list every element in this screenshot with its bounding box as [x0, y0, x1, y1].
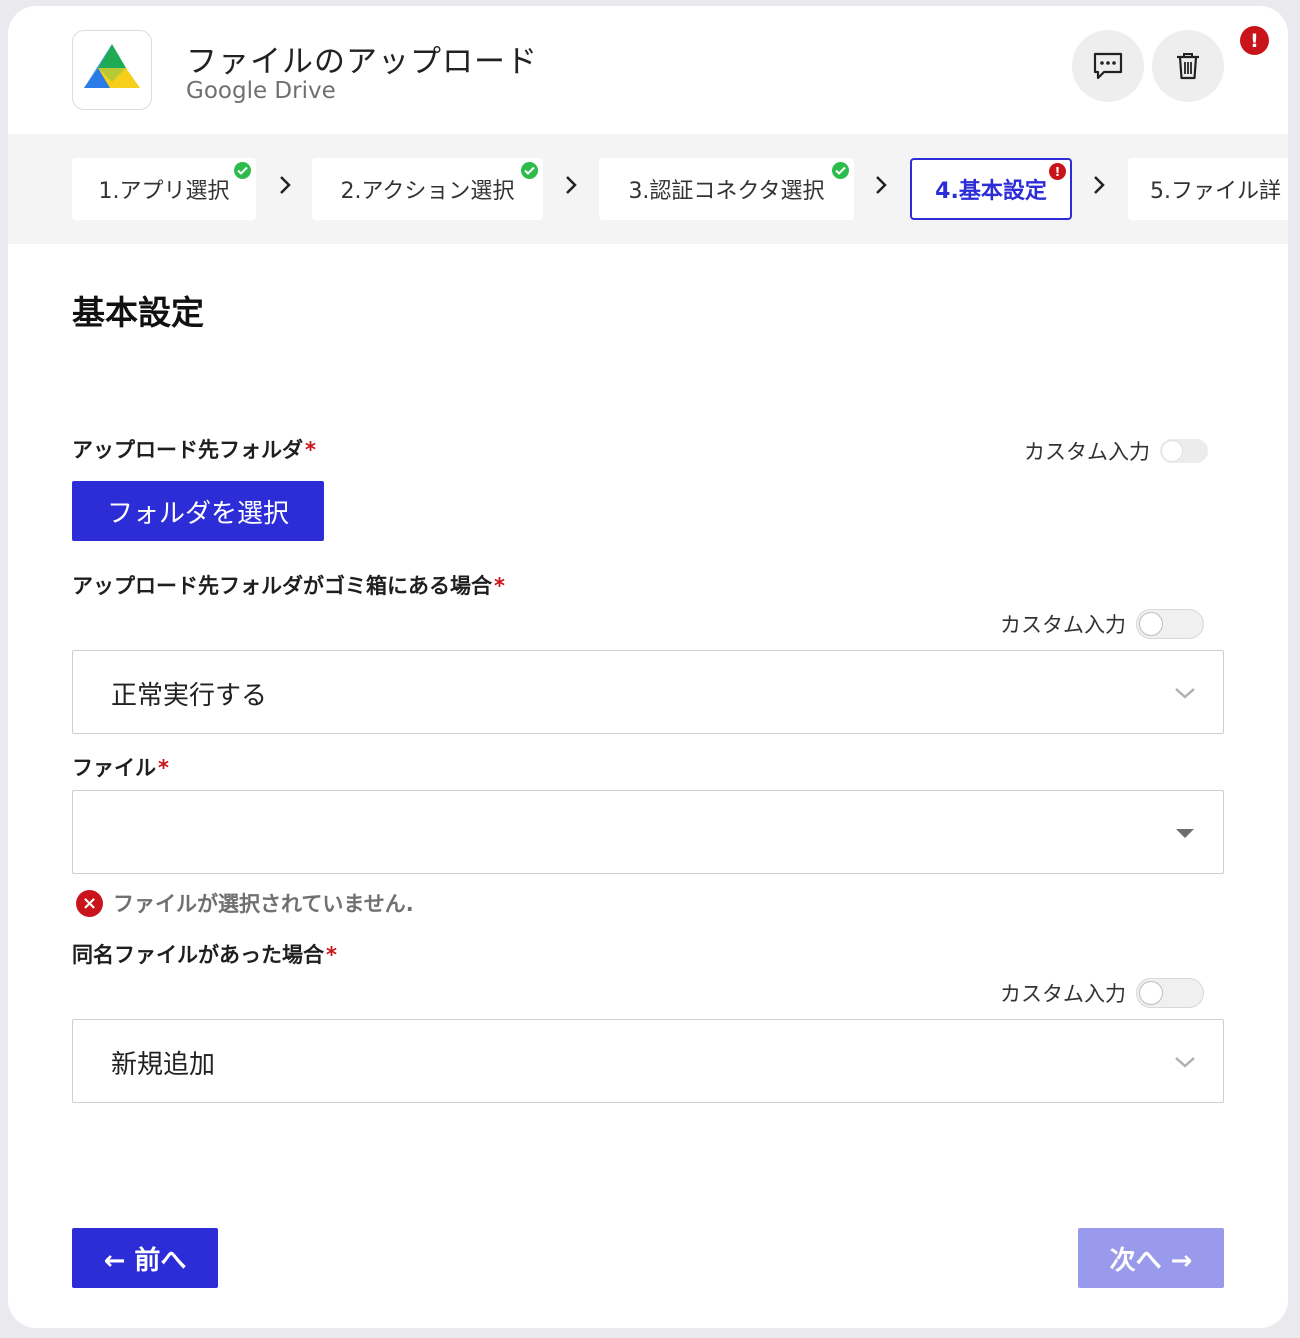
file-label-text: ファイル [72, 756, 156, 780]
page-subtitle: Google Drive [186, 78, 336, 104]
header: ファイルのアップロード Google Drive ! [8, 6, 1288, 134]
upload-folder-custom-input: カスタム入力 [1024, 436, 1208, 466]
upload-folder-label: アップロード先フォルダ* [72, 434, 316, 464]
custom-input-label: カスタム入力 [1024, 440, 1150, 464]
required-mark: * [305, 438, 316, 462]
delete-button[interactable] [1152, 30, 1224, 102]
trash-folder-label: アップロード先フォルダがゴミ箱にある場合* [72, 570, 505, 600]
toggle-knob [1139, 612, 1163, 636]
step-label: 5.ファイル詳 [1150, 179, 1281, 204]
custom-input-toggle[interactable] [1136, 609, 1204, 639]
check-icon [832, 162, 849, 179]
trash-folder-custom-input: カスタム入力 [1000, 609, 1204, 639]
section-title: 基本設定 [72, 293, 204, 332]
chevron-right-icon [876, 176, 887, 194]
select-value: 新規追加 [111, 1050, 216, 1080]
custom-input-label: カスタム入力 [1000, 982, 1126, 1006]
check-icon [521, 162, 538, 179]
step-label: 1.アプリ選択 [98, 179, 230, 204]
trash-icon [1177, 53, 1199, 80]
same-name-custom-input: カスタム入力 [1000, 978, 1204, 1008]
previous-button[interactable]: ← 前へ [72, 1228, 218, 1288]
step-label: 2.アクション選択 [340, 179, 515, 204]
chevron-down-icon [1175, 688, 1195, 699]
caret-down-icon [1176, 829, 1194, 838]
step-action-select[interactable]: 2.アクション選択 [312, 158, 543, 220]
step-connector-select[interactable]: 3.認証コネクタ選択 [599, 158, 854, 220]
same-name-select[interactable]: 新規追加 [72, 1019, 1224, 1103]
custom-input-toggle[interactable] [1160, 439, 1208, 463]
modal-card: ファイルのアップロード Google Drive ! 1.アプリ選択 2.アクシ… [8, 6, 1288, 1328]
select-value: 正常実行する [111, 681, 268, 711]
same-name-label: 同名ファイルがあった場合* [72, 939, 337, 969]
file-error-message: × ファイルが選択されていません. [76, 888, 414, 918]
file-label: ファイル* [72, 752, 169, 782]
page-title: ファイルのアップロード [186, 44, 538, 80]
file-select[interactable] [72, 790, 1224, 874]
error-icon: ! [1049, 163, 1066, 180]
select-folder-button[interactable]: フォルダを選択 [72, 481, 324, 541]
step-basic-settings[interactable]: 4.基本設定 ! [910, 158, 1072, 220]
alert-icon: ! [1240, 26, 1269, 55]
trash-folder-select[interactable]: 正常実行する [72, 650, 1224, 734]
chevron-right-icon [280, 176, 291, 194]
required-mark: * [158, 756, 169, 780]
step-app-select[interactable]: 1.アプリ選択 [72, 158, 256, 220]
toggle-knob [1139, 981, 1163, 1005]
upload-folder-label-text: アップロード先フォルダ [72, 438, 303, 462]
google-drive-icon [72, 30, 152, 110]
error-x-icon: × [76, 889, 103, 917]
step-label: 4.基本設定 [935, 179, 1047, 204]
check-icon [234, 162, 251, 179]
custom-input-label: カスタム入力 [1000, 613, 1126, 637]
step-label: 3.認証コネクタ選択 [628, 179, 825, 204]
chevron-right-icon [1094, 176, 1105, 194]
required-mark: * [326, 943, 337, 967]
custom-input-toggle[interactable] [1136, 978, 1204, 1008]
toggle-knob [1162, 441, 1182, 461]
next-button[interactable]: 次へ → [1078, 1228, 1224, 1288]
trash-folder-label-text: アップロード先フォルダがゴミ箱にある場合 [72, 574, 492, 598]
step-navigation: 1.アプリ選択 2.アクション選択 3.認証コネクタ選択 4.基本設定 ! 5.… [8, 134, 1288, 244]
required-mark: * [494, 574, 505, 598]
same-name-label-text: 同名ファイルがあった場合 [72, 943, 324, 967]
comment-button[interactable] [1072, 30, 1144, 102]
step-file-details[interactable]: 5.ファイル詳 [1128, 158, 1288, 220]
chevron-down-icon [1175, 1057, 1195, 1068]
chevron-right-icon [566, 176, 577, 194]
error-text: ファイルが選択されていません. [113, 892, 414, 916]
comment-icon [1093, 52, 1123, 80]
